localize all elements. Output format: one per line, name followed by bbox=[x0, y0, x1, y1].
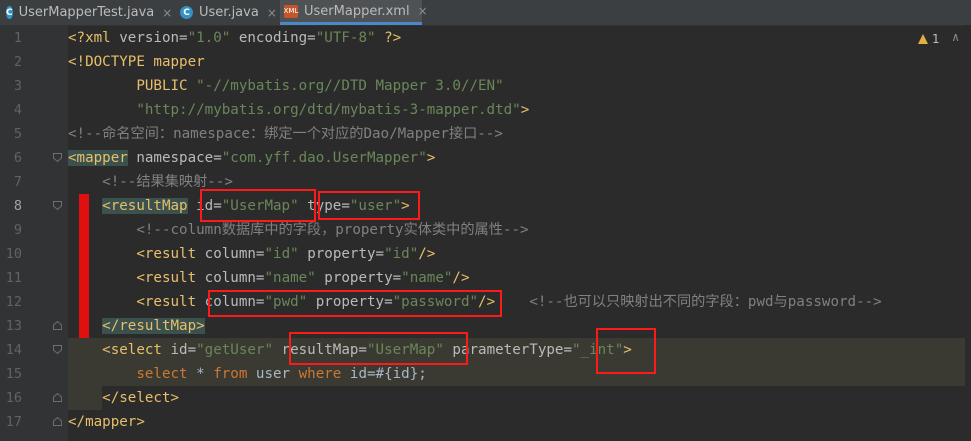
xml-file-icon: XML bbox=[284, 4, 298, 18]
tab-user-java[interactable]: C User.java × bbox=[180, 0, 278, 25]
inspection-widget[interactable]: 1 bbox=[918, 32, 940, 46]
line-number: 9 bbox=[13, 222, 22, 238]
fold-end-icon[interactable] bbox=[53, 321, 62, 330]
code-line-1[interactable]: <?xml version="1.0" encoding="UTF-8" ?> bbox=[68, 26, 401, 50]
line-number: 3 bbox=[13, 78, 22, 94]
code-line-15[interactable]: select * from user where id=#{id}; bbox=[68, 362, 426, 386]
tab-label: UserMapper.xml bbox=[304, 3, 410, 19]
tab-usermappertest-java[interactable]: C UserMapperTest.java × bbox=[6, 0, 172, 25]
code-line-6[interactable]: <mapper namespace="com.yff.dao.UserMappe… bbox=[68, 146, 435, 170]
code-line-13[interactable]: </resultMap> bbox=[68, 314, 205, 338]
close-icon[interactable]: × bbox=[267, 6, 277, 20]
fold-icon[interactable] bbox=[53, 153, 62, 162]
close-icon[interactable]: × bbox=[418, 4, 428, 18]
line-number: 8 bbox=[13, 198, 22, 214]
line-number: 16 bbox=[5, 390, 22, 406]
line-number: 1 bbox=[13, 30, 22, 46]
line-number: 13 bbox=[5, 318, 22, 334]
code-line-17[interactable]: </mapper> bbox=[68, 410, 145, 434]
code-line-5[interactable]: <!--命名空间：namespace：绑定一个对应的Dao/Mapper接口--… bbox=[68, 122, 503, 146]
line-number: 10 bbox=[5, 246, 22, 262]
tab-usermapper-xml[interactable]: XML UserMapper.xml × bbox=[280, 0, 428, 25]
code-line-3[interactable]: PUBLIC "-//mybatis.org//DTD Mapper 3.0//… bbox=[68, 74, 503, 98]
annotation-box-id bbox=[200, 189, 316, 222]
line-number: 2 bbox=[13, 54, 22, 70]
fold-end-icon[interactable] bbox=[53, 417, 62, 426]
annotation-box-column-property bbox=[208, 290, 502, 317]
warning-count: 1 bbox=[932, 32, 940, 46]
line-number: 12 bbox=[5, 294, 22, 310]
line-number: 7 bbox=[13, 174, 22, 190]
line-number: 6 bbox=[13, 150, 22, 166]
code-line-2[interactable]: <!DOCTYPE mapper bbox=[68, 50, 205, 74]
editor-tab-bar: C UserMapperTest.java × C User.java × XM… bbox=[0, 0, 971, 26]
tab-label: UserMapperTest.java bbox=[18, 5, 155, 20]
annotation-box-type bbox=[318, 191, 420, 220]
java-class-icon: C bbox=[180, 6, 193, 19]
fold-end-icon[interactable] bbox=[53, 393, 62, 402]
line-number: 15 bbox=[5, 366, 22, 382]
chevron-up-icon[interactable]: ∧ bbox=[952, 30, 959, 44]
line-number: 11 bbox=[5, 270, 22, 286]
annotation-box-parametertype bbox=[596, 328, 656, 374]
code-line-16[interactable]: </select> bbox=[68, 386, 179, 410]
java-class-icon: C bbox=[6, 6, 13, 19]
line-number: 14 bbox=[5, 342, 22, 358]
fold-icon[interactable] bbox=[53, 345, 62, 354]
code-line-10[interactable]: <result column="id" property="id"/> bbox=[68, 242, 435, 266]
line-number: 5 bbox=[13, 126, 22, 142]
tab-label: User.java bbox=[199, 5, 259, 20]
code-line-11[interactable]: <result column="name" property="name"/> bbox=[68, 266, 469, 290]
warning-icon bbox=[918, 34, 928, 44]
fold-icon[interactable] bbox=[53, 201, 62, 210]
line-number: 4 bbox=[13, 102, 22, 118]
close-icon[interactable]: × bbox=[162, 6, 172, 20]
line-number: 17 bbox=[5, 414, 22, 430]
vertical-scrollbar[interactable] bbox=[965, 25, 971, 441]
code-line-4[interactable]: "http://mybatis.org/dtd/mybatis-3-mapper… bbox=[68, 98, 529, 122]
annotation-box-resultmap bbox=[289, 332, 468, 365]
